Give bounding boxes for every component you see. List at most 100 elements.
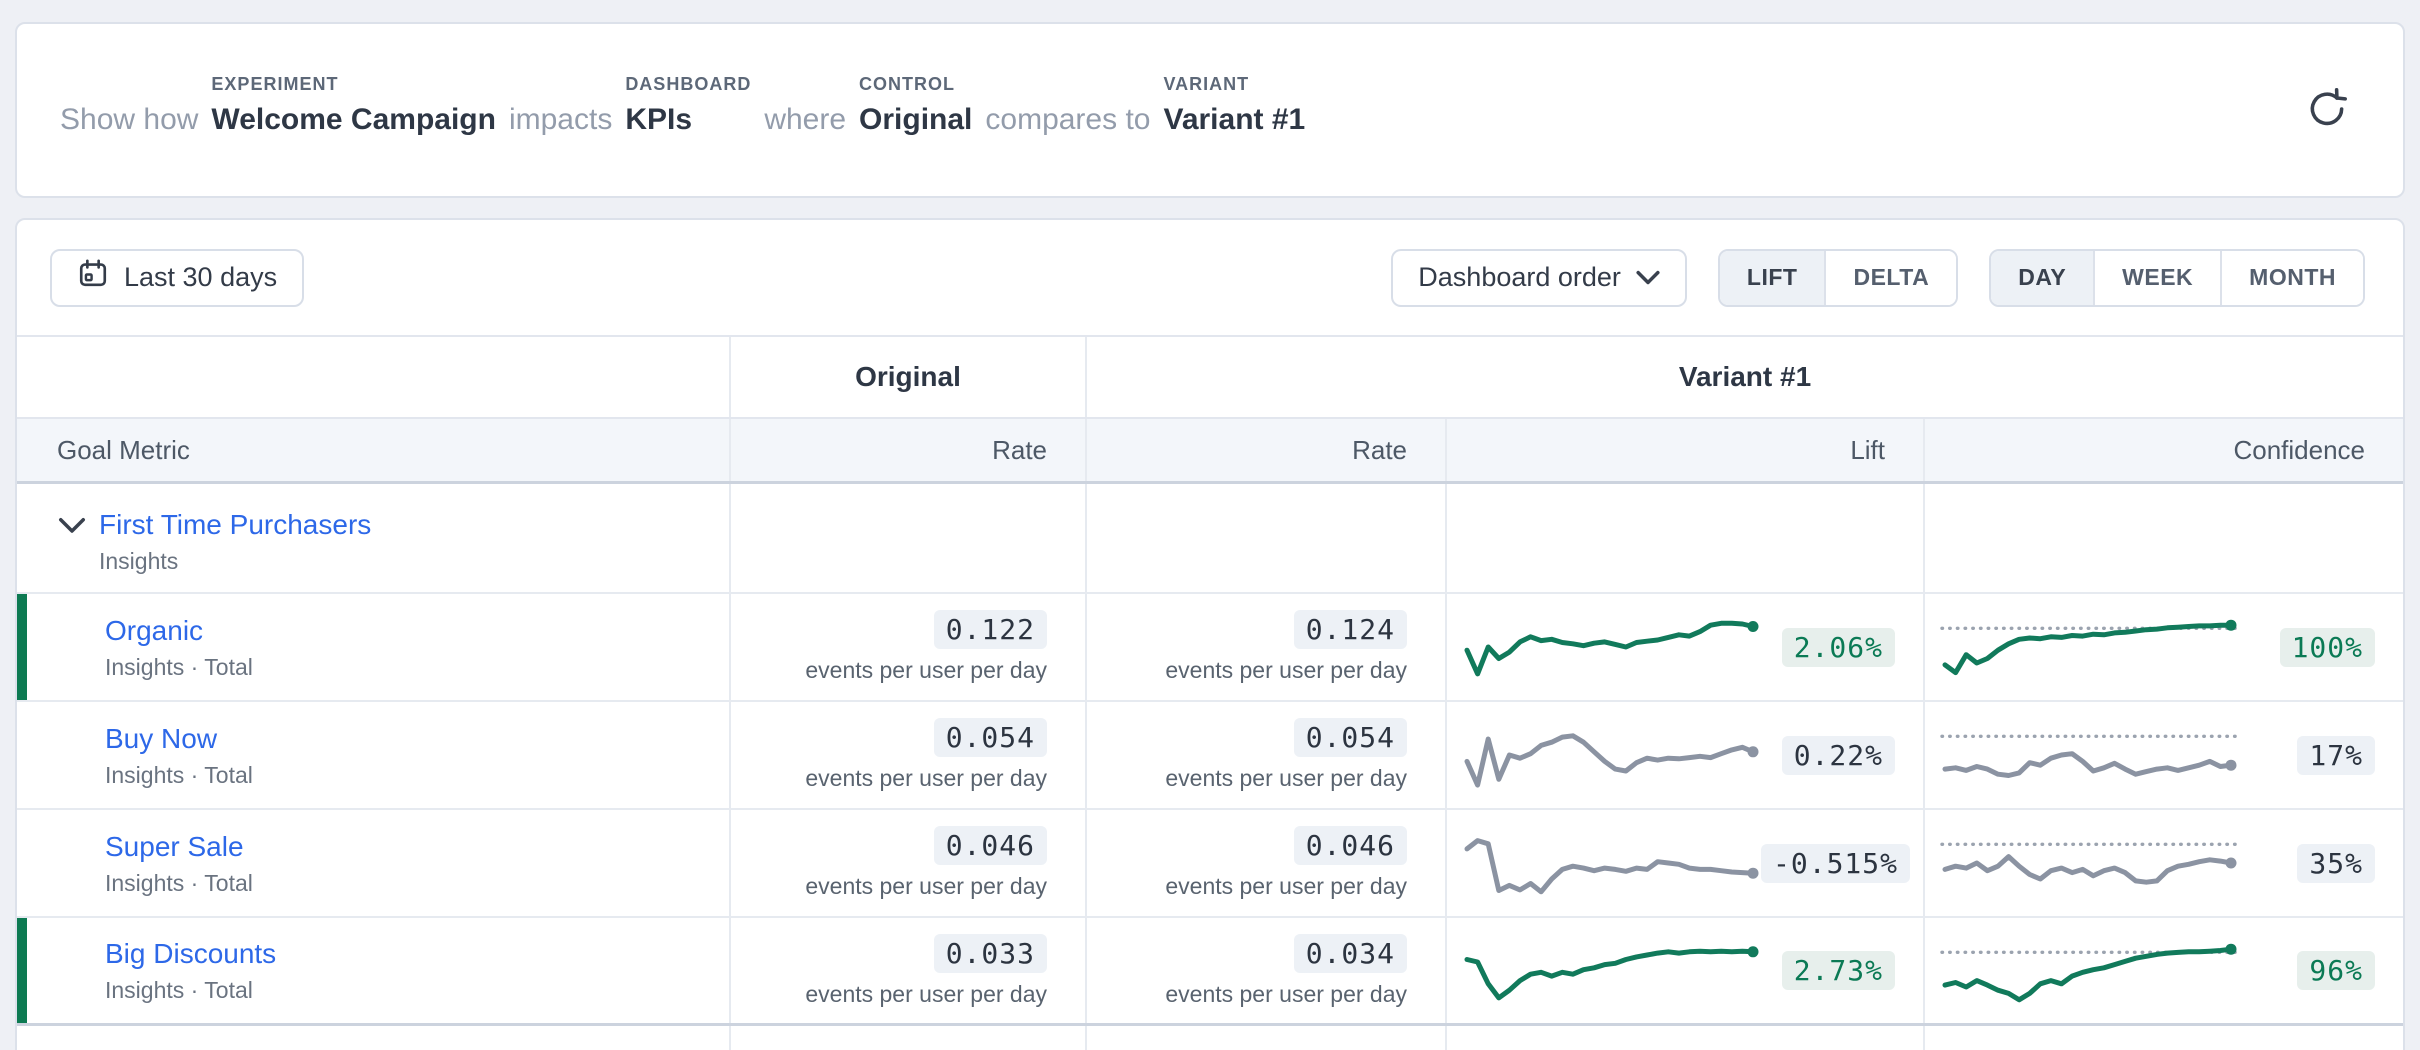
chevron-down-icon [58, 524, 86, 539]
rate-value: 0.033 [934, 934, 1047, 973]
metric-name-link[interactable]: Organic [105, 614, 253, 648]
table-row-super-sale: Super Sale Insights · Total 0.046 events… [17, 810, 2403, 918]
lift-sparkline [1461, 608, 1761, 686]
rate-value: 0.034 [1294, 934, 1407, 973]
variant-rate-cell: 0.054 events per user per day [1087, 702, 1447, 808]
col-lift: Lift [1447, 419, 1925, 481]
variant-column-header: Variant #1 [1087, 337, 2403, 417]
goal-cell: Buy Now Insights · Total [17, 702, 731, 808]
empty-cell [731, 1026, 1087, 1050]
refresh-icon [2304, 86, 2350, 135]
empty-cell [1925, 1026, 2403, 1050]
toolbar-right: Dashboard order LIFT DELTA DAY WEEK MONT… [1391, 249, 2365, 307]
empty-cell [1087, 1026, 1447, 1050]
rate-unit: events per user per day [1165, 765, 1407, 792]
rate-value: 0.124 [1294, 610, 1407, 649]
confidence-cell: 35% [1925, 810, 2403, 916]
date-range-button[interactable]: Last 30 days [50, 249, 304, 307]
confidence-sparkline [1939, 608, 2239, 686]
dashboard-value[interactable]: KPIs [625, 102, 692, 138]
dashboard-order-dropdown[interactable]: Dashboard order [1391, 249, 1687, 307]
confidence-sparkline [1939, 716, 2239, 794]
goal-cell: Organic Insights · Total [17, 594, 731, 700]
sentence-compares: compares to [985, 102, 1150, 138]
rate-value: 0.054 [1294, 718, 1407, 757]
dashboard-selector[interactable]: DASHBOARD KPIs [625, 74, 751, 138]
col-variant-rate: Rate [1087, 419, 1447, 481]
refresh-button[interactable] [2303, 86, 2351, 134]
variant-rate-cell: 0.124 events per user per day [1087, 594, 1447, 700]
goal-header-spacer [17, 337, 731, 417]
rate-unit: events per user per day [805, 657, 1047, 684]
lift-value: 2.06% [1782, 628, 1895, 667]
lift-cell: 2.06% [1447, 594, 1925, 700]
sentence-impacts: impacts [509, 102, 612, 138]
toggle-month[interactable]: MONTH [2222, 251, 2363, 305]
lift-cell: 0.22% [1447, 702, 1925, 808]
date-range-label: Last 30 days [124, 262, 277, 293]
toggle-day[interactable]: DAY [1991, 251, 2095, 305]
confidence-value: 17% [2297, 736, 2375, 775]
rate-unit: events per user per day [1165, 873, 1407, 900]
rate-unit: events per user per day [1165, 981, 1407, 1008]
metric-source: Insights · Total [105, 977, 276, 1004]
control-value[interactable]: Original [859, 102, 972, 138]
control-selector[interactable]: CONTROL Original [859, 74, 972, 138]
significance-indicator [17, 594, 27, 700]
variant-value[interactable]: Variant #1 [1163, 102, 1305, 138]
sentence-prefix: Show how [60, 102, 198, 138]
experiment-value[interactable]: Welcome Campaign [211, 102, 496, 138]
group-name-link[interactable]: First Time Purchasers [99, 508, 371, 542]
confidence-sparkline [1939, 932, 2239, 1010]
toggle-delta[interactable]: DELTA [1826, 251, 1956, 305]
table-row-big-discounts: Big Discounts Insights · Total 0.033 eve… [17, 918, 2403, 1026]
variant-selector[interactable]: VARIANT Variant #1 [1163, 74, 1305, 138]
control-rate-cell: 0.046 events per user per day [731, 810, 1087, 916]
control-label: CONTROL [859, 74, 955, 95]
table-row-buy-now: Buy Now Insights · Total 0.054 events pe… [17, 702, 2403, 810]
toggle-week[interactable]: WEEK [2095, 251, 2222, 305]
goal-cell: Big Discounts Insights · Total [17, 918, 731, 1023]
goal-cell: Super Sale Insights · Total [17, 810, 731, 916]
experiment-label: EXPERIMENT [211, 74, 338, 95]
experiment-selector[interactable]: EXPERIMENT Welcome Campaign [211, 74, 496, 138]
lift-sparkline [1461, 932, 1761, 1010]
dashboard-order-label: Dashboard order [1418, 262, 1621, 293]
metric-source: Insights · Total [105, 762, 253, 789]
empty-cell [1447, 484, 1925, 592]
lift-cell: 2.73% [1447, 918, 1925, 1023]
col-goal-metric: Goal Metric [17, 419, 731, 481]
chevron-down-icon [1636, 262, 1660, 293]
lift-value: -0.515% [1761, 844, 1910, 883]
rate-unit: events per user per day [805, 873, 1047, 900]
rate-unit: events per user per day [805, 981, 1047, 1008]
empty-cell [17, 1026, 731, 1050]
toggle-lift[interactable]: LIFT [1720, 251, 1827, 305]
dashboard-label: DASHBOARD [625, 74, 751, 95]
confidence-cell: 100% [1925, 594, 2403, 700]
lift-delta-toggle: LIFT DELTA [1718, 249, 1958, 307]
confidence-cell: 17% [1925, 702, 2403, 808]
metric-name-link[interactable]: Buy Now [105, 722, 253, 756]
rate-unit: events per user per day [1165, 657, 1407, 684]
rate-value: 0.046 [1294, 826, 1407, 865]
empty-cell [1447, 1026, 1925, 1050]
collapse-group-button[interactable] [55, 516, 89, 539]
experiment-sentence: Show how EXPERIMENT Welcome Campaign imp… [17, 24, 2403, 138]
lift-sparkline [1461, 716, 1761, 794]
metric-name-link[interactable]: Big Discounts [105, 937, 276, 971]
variant-label: VARIANT [1163, 74, 1249, 95]
confidence-value: 35% [2297, 844, 2375, 883]
lift-sparkline [1461, 824, 1761, 902]
confidence-sparkline [1939, 824, 2239, 902]
metric-source: Insights · Total [105, 654, 253, 681]
empty-cell [1925, 484, 2403, 592]
table-row-organic: Organic Insights · Total 0.122 events pe… [17, 594, 2403, 702]
metric-name-link[interactable]: Super Sale [105, 830, 253, 864]
control-rate-cell: 0.054 events per user per day [731, 702, 1087, 808]
control-column-header: Original [731, 337, 1087, 417]
group-goal-cell: First Time Purchasers Insights [17, 484, 731, 592]
confidence-cell: 96% [1925, 918, 2403, 1023]
variant-rate-cell: 0.046 events per user per day [1087, 810, 1447, 916]
toolbar: Last 30 days Dashboard order LIFT DELTA … [17, 220, 2403, 335]
